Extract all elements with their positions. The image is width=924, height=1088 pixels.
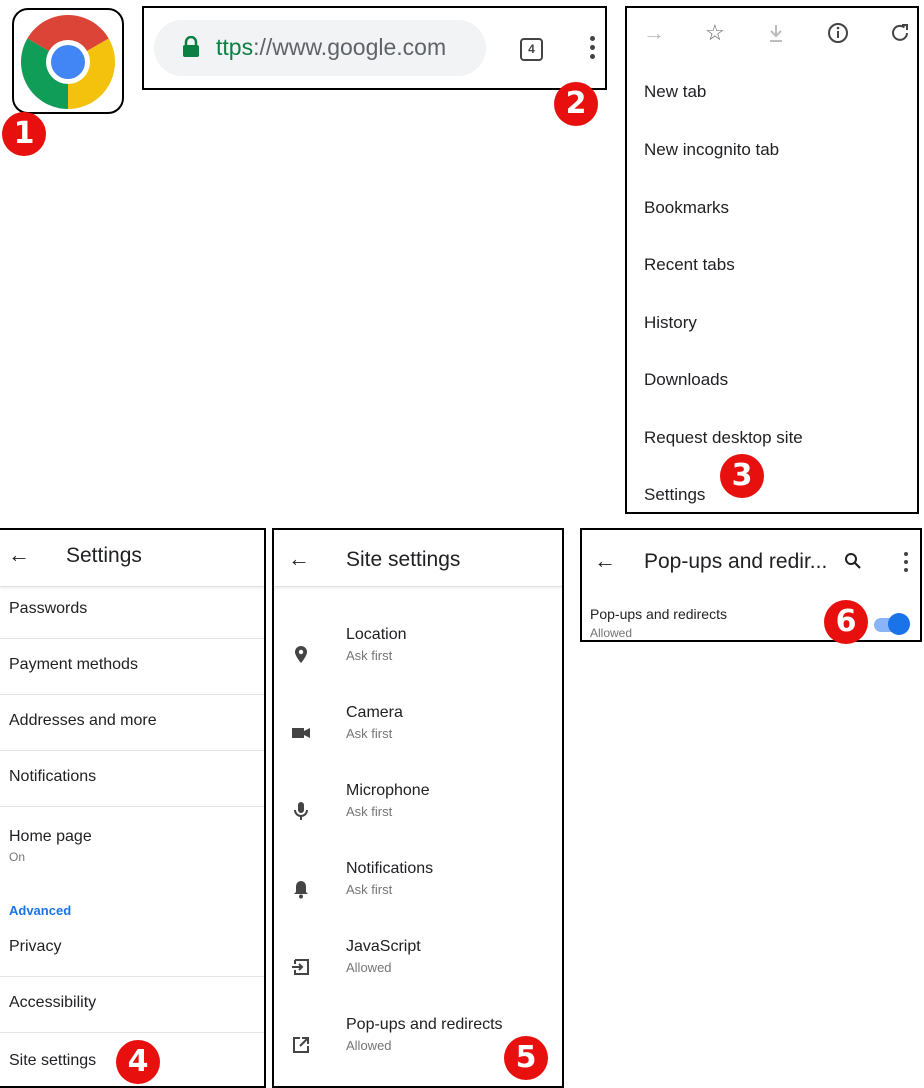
more-options-icon[interactable] <box>904 552 910 576</box>
more-options-icon[interactable] <box>590 36 596 63</box>
search-icon[interactable] <box>844 552 862 570</box>
back-arrow-icon[interactable]: ← <box>288 546 310 572</box>
settings-item-passwords[interactable]: Passwords <box>0 588 264 639</box>
chrome-toolbar: ttps://www.google.com 4 <box>142 6 607 90</box>
page-title: Site settings <box>346 548 461 571</box>
step-badge-4: 4 <box>116 1040 160 1084</box>
url-text: ttps://www.google.com <box>216 34 447 60</box>
lock-icon <box>183 36 199 57</box>
menu-item-history[interactable]: History <box>644 313 697 333</box>
step-badge-6: 6 <box>824 600 868 644</box>
settings-item-privacy[interactable]: Privacy <box>0 920 264 977</box>
settings-app-bar: ← Settings <box>0 530 264 587</box>
step-badge-1: 1 <box>2 112 46 156</box>
popups-toggle-switch[interactable] <box>888 613 910 635</box>
star-icon[interactable]: ☆ <box>705 20 725 46</box>
open-in-new-icon <box>293 1037 309 1053</box>
site-settings-screen: ← Site settings Location Ask first Camer… <box>272 528 564 1088</box>
settings-item-payment-methods[interactable]: Payment methods <box>0 638 264 695</box>
menu-item-recent-tabs[interactable]: Recent tabs <box>644 255 735 275</box>
page-title: Settings <box>66 544 142 567</box>
menu-item-new-tab[interactable]: New tab <box>644 82 706 102</box>
site-setting-notifications[interactable]: Notifications Ask first <box>274 860 562 936</box>
menu-item-settings[interactable]: Settings <box>644 485 705 505</box>
step-badge-3: 3 <box>720 454 764 498</box>
popups-setting-state: Allowed <box>590 626 633 640</box>
site-setting-microphone[interactable]: Microphone Ask first <box>274 782 562 858</box>
refresh-icon[interactable] <box>889 22 911 44</box>
javascript-icon <box>292 959 309 975</box>
omnibox[interactable]: ttps://www.google.com <box>154 20 486 76</box>
site-settings-app-bar: ← Site settings <box>274 530 562 587</box>
chrome-overflow-menu: → ☆ New tab New incognito tab Bookmarks … <box>625 6 919 514</box>
page-title: Pop-ups and redir... <box>644 550 828 573</box>
chrome-logo-icon <box>21 15 115 109</box>
camera-icon <box>292 728 310 738</box>
info-icon[interactable] <box>827 22 849 44</box>
step-badge-5: 5 <box>504 1036 548 1080</box>
popups-redirects-screen: ← Pop-ups and redir... Pop-ups and redir… <box>580 528 922 642</box>
menu-item-request-desktop-site[interactable]: Request desktop site <box>644 428 803 448</box>
tab-switcher-button[interactable]: 4 <box>520 38 543 61</box>
back-arrow-icon[interactable]: ← <box>8 542 30 568</box>
settings-item-accessibility[interactable]: Accessibility <box>0 976 264 1033</box>
menu-item-new-incognito-tab[interactable]: New incognito tab <box>644 140 779 160</box>
site-setting-camera[interactable]: Camera Ask first <box>274 704 562 780</box>
menu-item-downloads[interactable]: Downloads <box>644 370 728 390</box>
location-pin-icon <box>295 646 307 663</box>
forward-icon[interactable]: → <box>643 20 665 46</box>
settings-item-notifications[interactable]: Notifications <box>0 750 264 807</box>
menu-icon-row: → ☆ <box>627 8 917 68</box>
step-badge-2: 2 <box>554 82 598 126</box>
settings-item-home-page[interactable]: Home page On <box>0 806 264 886</box>
site-setting-location[interactable]: Location Ask first <box>274 626 562 702</box>
popups-setting-label: Pop-ups and redirects <box>590 606 727 622</box>
settings-screen: ← Settings Passwords Payment methods Add… <box>0 528 266 1088</box>
back-arrow-icon[interactable]: ← <box>594 548 616 574</box>
bell-icon <box>294 881 308 899</box>
settings-item-addresses[interactable]: Addresses and more <box>0 694 264 751</box>
microphone-icon <box>294 802 308 820</box>
section-header-advanced: Advanced <box>9 903 72 918</box>
chrome-app-icon[interactable] <box>12 8 124 114</box>
site-setting-javascript[interactable]: JavaScript Allowed <box>274 938 562 1014</box>
home-page-status: On <box>9 850 26 864</box>
menu-item-bookmarks[interactable]: Bookmarks <box>644 198 729 218</box>
download-icon[interactable] <box>767 24 785 44</box>
